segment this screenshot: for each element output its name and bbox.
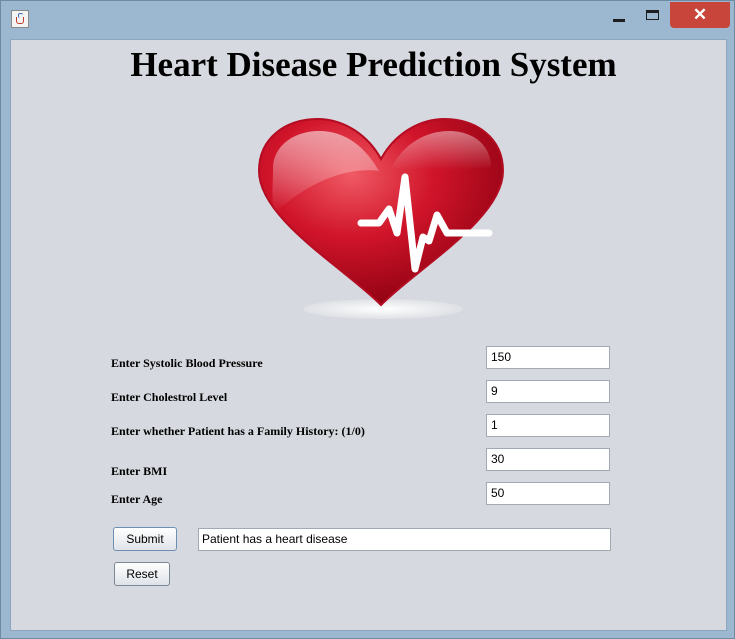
heart-ecg-icon [257, 117, 505, 319]
bmi-input[interactable]: 30 [486, 448, 610, 471]
systolic-input[interactable]: 150 [486, 346, 610, 369]
age-label: Enter Age [111, 492, 163, 506]
submit-button[interactable]: Submit [113, 527, 177, 551]
reset-button[interactable]: Reset [114, 562, 170, 586]
minimize-icon [613, 18, 625, 22]
systolic-label: Enter Systolic Blood Pressure [111, 356, 263, 370]
close-button[interactable]: ✕ [670, 2, 730, 28]
minimize-button[interactable] [604, 2, 634, 28]
family-history-label: Enter whether Patient has a Family Histo… [111, 424, 365, 438]
family-history-input[interactable]: 1 [486, 414, 610, 437]
result-field[interactable]: Patient has a heart disease [198, 528, 611, 551]
bmi-label: Enter BMI [111, 464, 168, 478]
maximize-icon [645, 10, 659, 20]
cholesterol-label: Enter Cholestrol Level [111, 390, 228, 404]
java-cup-icon[interactable] [11, 10, 29, 28]
page-title: Heart Disease Prediction System [130, 45, 617, 84]
age-input[interactable]: 50 [486, 482, 610, 505]
close-icon: ✕ [692, 5, 708, 24]
cholesterol-input[interactable]: 9 [486, 380, 610, 403]
app-window: ✕ Heart Disease Prediction System Enter … [0, 0, 735, 639]
maximize-button[interactable] [637, 2, 667, 28]
title-bar[interactable]: ✕ [1, 1, 735, 37]
